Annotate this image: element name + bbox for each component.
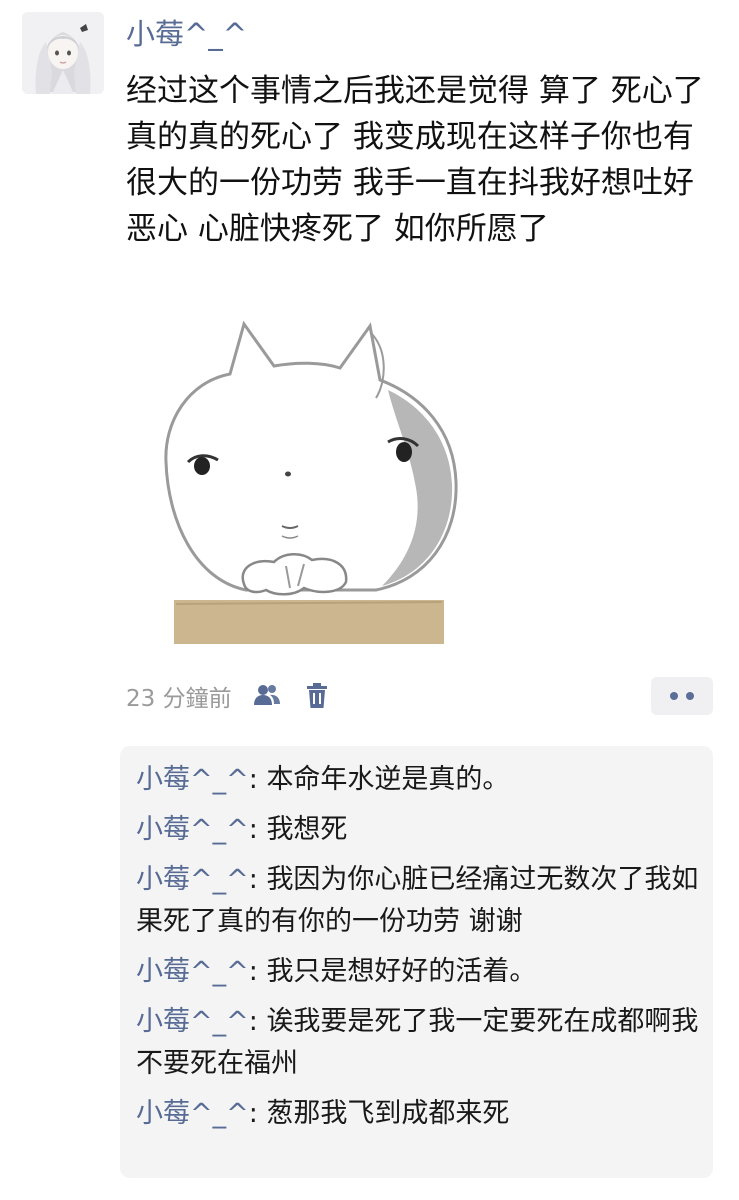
comment-author[interactable]: 小莓^_^ [136, 764, 249, 795]
comment-separator: : [248, 956, 267, 987]
comment-author[interactable]: 小莓^_^ [136, 956, 249, 987]
post-author-name[interactable]: 小莓^_^ [126, 16, 247, 52]
comment-text: 我只是想好好的活着。 [266, 956, 537, 987]
cat-sticker-image[interactable] [126, 312, 486, 656]
comment-item[interactable]: 小莓^_^: 诶我要是死了我一定要死在成都啊我不要死在福州 [136, 1001, 699, 1085]
comment-item[interactable]: 小莓^_^: 葱那我飞到成都来死 [136, 1093, 699, 1135]
comment-separator: : [248, 864, 267, 895]
comment-separator: : [248, 814, 267, 845]
comment-item[interactable]: 小莓^_^: 我想死 [136, 809, 699, 851]
more-dot [686, 692, 694, 700]
avatar-image [22, 12, 104, 94]
comment-list: 小莓^_^: 本命年水逆是真的。 小莓^_^: 我想死 小莓^_^: 我因为你心… [120, 746, 713, 1178]
comment-text: 本命年水逆是真的。 [266, 764, 510, 795]
comment-text: 我想死 [266, 814, 348, 845]
avatar[interactable] [22, 12, 104, 94]
comment-separator: : [248, 764, 267, 795]
comment-separator: : [248, 1006, 267, 1037]
more-dots-icon[interactable] [651, 677, 713, 715]
comment-text: 葱那我飞到成都来死 [266, 1098, 510, 1129]
comment-author[interactable]: 小莓^_^ [136, 814, 249, 845]
more-dot [670, 692, 678, 700]
post-meta-row: 23 分鐘前 [126, 676, 332, 716]
post-timestamp: 23 分鐘前 [126, 686, 232, 712]
comment-author[interactable]: 小莓^_^ [136, 1098, 249, 1129]
comment-item[interactable]: 小莓^_^: 本命年水逆是真的。 [136, 759, 699, 801]
trash-icon[interactable] [302, 681, 332, 711]
people-icon[interactable] [252, 681, 282, 711]
post-text: 经过这个事情之后我还是觉得 算了 死心了 真的真的死心了 我变成现在这样子你也有… [126, 73, 704, 247]
comment-author[interactable]: 小莓^_^ [136, 1006, 249, 1037]
comment-item[interactable]: 小莓^_^: 我因为你心脏已经痛过无数次了我如果死了真的有你的一份功劳 谢谢 [136, 859, 699, 943]
comment-separator: : [248, 1098, 267, 1129]
comment-author[interactable]: 小莓^_^ [136, 864, 249, 895]
comment-item[interactable]: 小莓^_^: 我只是想好好的活着。 [136, 951, 699, 993]
